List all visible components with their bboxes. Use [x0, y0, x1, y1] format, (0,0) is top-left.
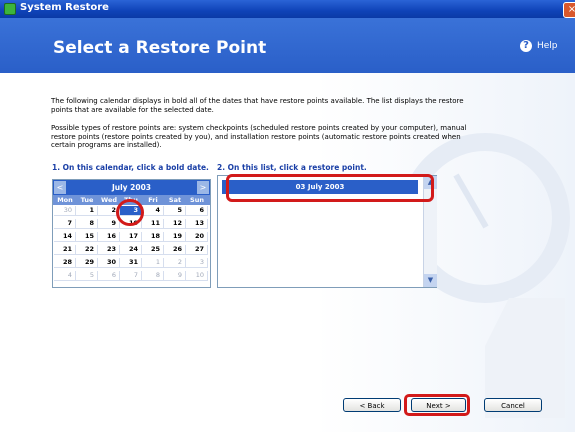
calendar-day[interactable]: 9: [164, 271, 186, 281]
calendar-day[interactable]: 7: [54, 219, 76, 229]
wizard-header: Select a Restore Point ? Help: [0, 18, 575, 73]
calendar-day[interactable]: 18: [142, 232, 164, 242]
calendar-day[interactable]: 6: [186, 206, 208, 216]
calendar-month: July 2003: [111, 183, 152, 192]
calendar-day[interactable]: 22: [76, 245, 98, 255]
help-icon[interactable]: ?: [520, 40, 532, 52]
scroll-down-icon[interactable]: ▼: [424, 274, 437, 287]
calendar-day[interactable]: 15: [76, 232, 98, 242]
calendar-day[interactable]: 25: [142, 245, 164, 255]
calendar-day[interactable]: 21: [54, 245, 76, 255]
weekday-label: Tue: [80, 196, 94, 204]
weekday-label: Sat: [168, 196, 182, 204]
calendar-day[interactable]: 8: [142, 271, 164, 281]
calendar-day[interactable]: 24: [120, 245, 142, 255]
calendar-day[interactable]: 5: [76, 271, 98, 281]
calendar-next-button[interactable]: >: [197, 181, 209, 194]
highlight-box-restore-point: [226, 174, 434, 202]
restore-calendar: July 2003 < > Mon Tue Wed Thu Fri Sat Sun 30 1 2…: [52, 179, 211, 288]
calendar-day[interactable]: 4: [142, 206, 164, 216]
cancel-button[interactable]: Cancel: [484, 398, 542, 412]
calendar-day[interactable]: 19: [164, 232, 186, 242]
calendar-day[interactable]: 5: [164, 206, 186, 216]
calendar-day[interactable]: 10: [186, 271, 208, 281]
calendar-day[interactable]: 30: [54, 206, 76, 216]
calendar-day[interactable]: 14: [54, 232, 76, 242]
close-button[interactable]: ×: [563, 2, 575, 18]
weekday-label: Wed: [101, 196, 117, 204]
calendar-day[interactable]: 16: [98, 232, 120, 242]
calendar-day[interactable]: 23: [98, 245, 120, 255]
title-bar: System Restore ×: [0, 0, 575, 18]
back-button[interactable]: < Back: [343, 398, 401, 412]
calendar-prev-button[interactable]: <: [54, 181, 66, 194]
calendar-day[interactable]: 1: [142, 258, 164, 268]
calendar-day[interactable]: 28: [54, 258, 76, 268]
page-title: Select a Restore Point: [53, 38, 267, 58]
calendar-day[interactable]: 29: [76, 258, 98, 268]
calendar-day[interactable]: 26: [164, 245, 186, 255]
calendar-day[interactable]: 31: [120, 258, 142, 268]
calendar-day[interactable]: 3: [186, 258, 208, 268]
calendar-day[interactable]: 6: [98, 271, 120, 281]
window-title: System Restore: [20, 2, 109, 13]
calendar-day[interactable]: 11: [142, 219, 164, 229]
highlight-box-next-button: [404, 394, 470, 416]
calendar-day[interactable]: 12: [164, 219, 186, 229]
calendar-day[interactable]: 27: [186, 245, 208, 255]
weekday-label: Fri: [148, 196, 158, 204]
calendar-day[interactable]: 20: [186, 232, 208, 242]
intro-text: The following calendar displays in bold …: [51, 97, 464, 114]
highlight-circle-selected-date: [116, 199, 144, 226]
calendar-day[interactable]: 2: [164, 258, 186, 268]
calendar-day[interactable]: 9: [98, 219, 120, 229]
calendar-day[interactable]: 4: [54, 271, 76, 281]
calendar-day[interactable]: 7: [120, 271, 142, 281]
weekday-label: Sun: [190, 196, 204, 204]
calendar-day[interactable]: 13: [186, 219, 208, 229]
help-link[interactable]: Help: [537, 41, 558, 51]
step-1-label: 1. On this calendar, click a bold date.: [52, 163, 209, 172]
calendar-day[interactable]: 30: [98, 258, 120, 268]
calendar-day[interactable]: 8: [76, 219, 98, 229]
calendar-day[interactable]: 17: [120, 232, 142, 242]
calendar-day[interactable]: 1: [76, 206, 98, 216]
restore-types-text: Possible types of restore points are: sy…: [51, 124, 467, 149]
weekday-label: Mon: [57, 196, 73, 204]
calendar-header: July 2003 < >: [53, 180, 210, 195]
system-restore-icon: [4, 3, 16, 15]
step-2-label: 2. On this list, click a restore point.: [217, 163, 367, 172]
